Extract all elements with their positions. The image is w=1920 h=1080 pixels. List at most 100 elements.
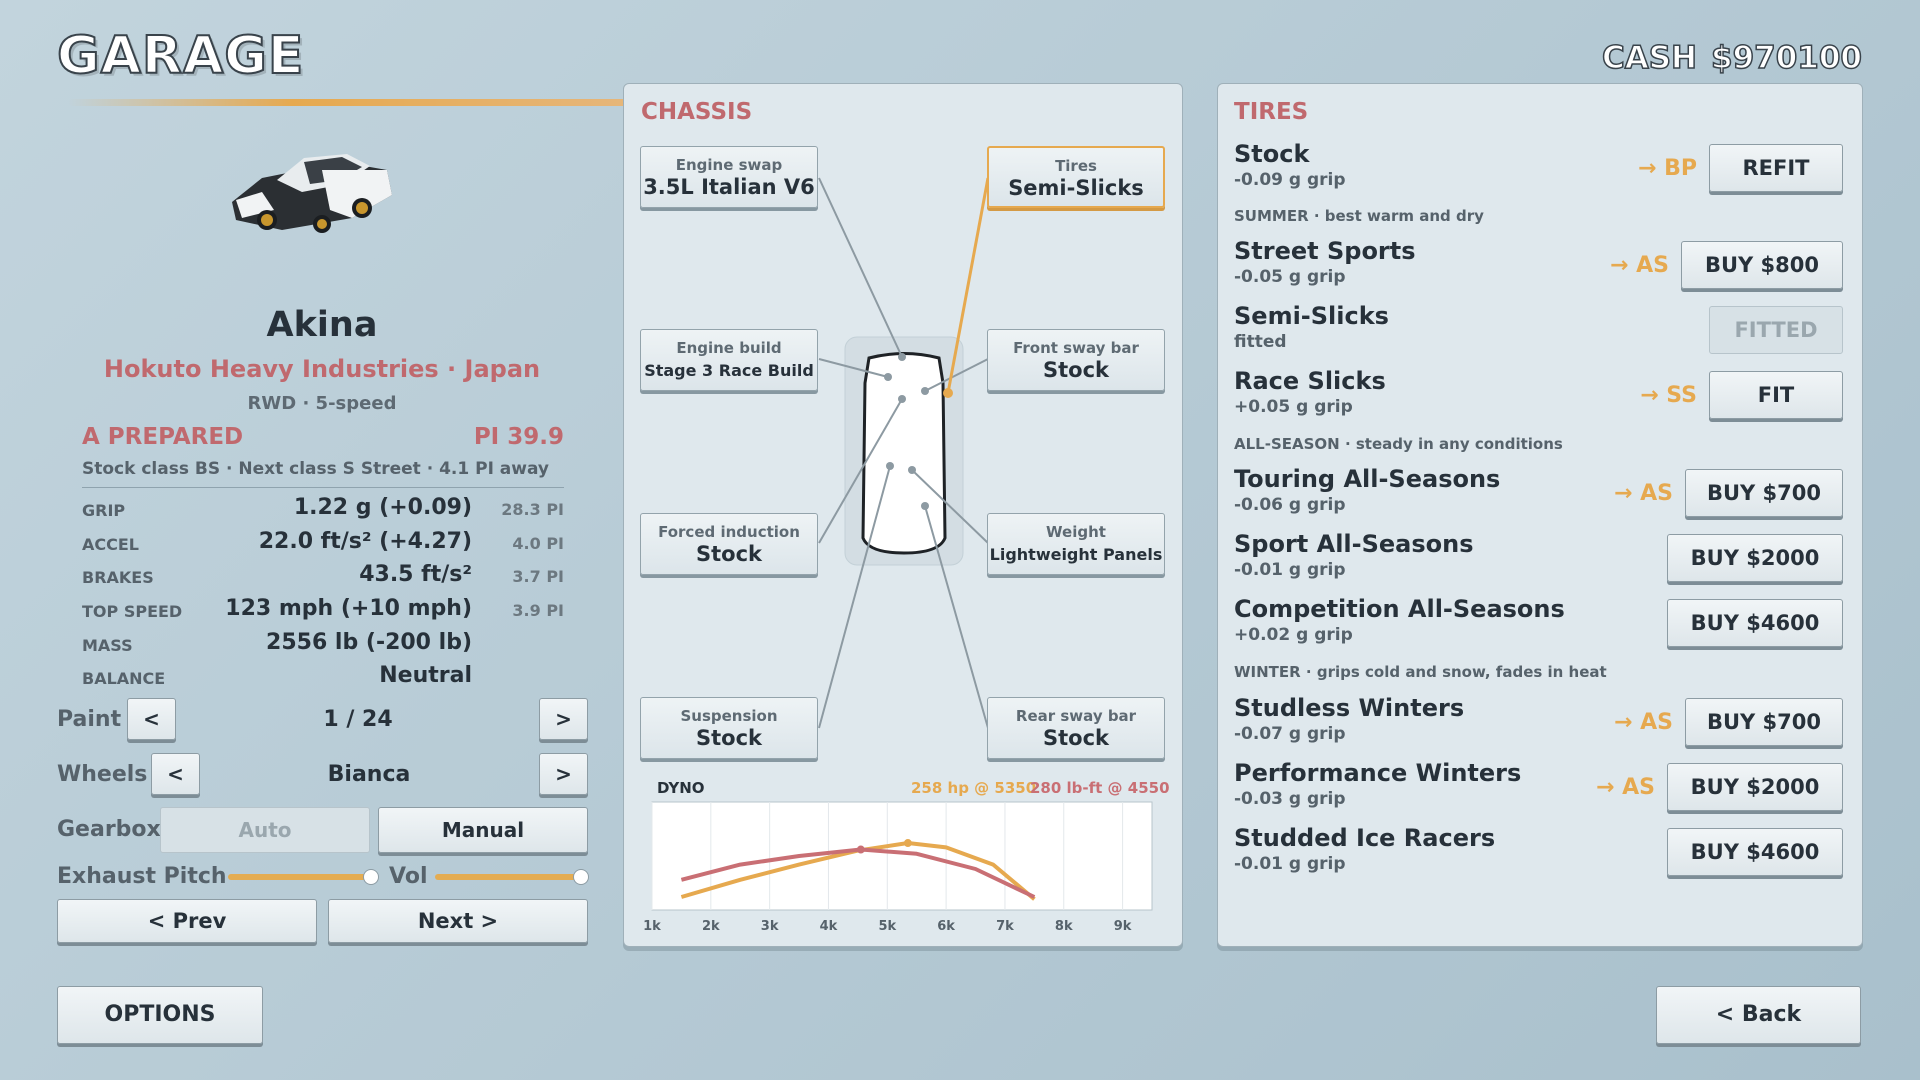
paint-value: 1 / 24: [323, 707, 393, 732]
part-label: Forced induction: [658, 523, 800, 541]
wheels-prev-button[interactable]: <: [151, 753, 200, 795]
stat-pi: 3.9 PI: [512, 601, 564, 620]
next-car-button[interactable]: Next >: [328, 899, 588, 943]
vol-knob[interactable]: [573, 869, 589, 885]
dyno-tick-label: 3k: [761, 919, 779, 934]
stat-label: TOP SPEED: [82, 602, 183, 621]
part-tires[interactable]: Tires Semi-Slicks: [987, 146, 1165, 208]
part-label: Weight: [1046, 523, 1106, 541]
stat-value: 43.5 ft/s²: [359, 562, 472, 587]
part-label: Front sway bar: [1013, 339, 1139, 357]
prev-car-button[interactable]: < Prev: [57, 899, 317, 943]
exhaust-pitch-knob[interactable]: [363, 869, 379, 885]
tire-name: Semi-Slicks: [1234, 302, 1389, 330]
tire-grip: fitted: [1234, 332, 1287, 352]
tire-category: WINTER · grips cold and snow, fades in h…: [1234, 663, 1607, 681]
dyno-peak-point: [856, 845, 865, 854]
part-forced-induction[interactable]: Forced induction Stock: [640, 513, 818, 575]
stat-value: 2556 lb (-200 lb): [266, 630, 472, 655]
gearbox-label: Gearbox: [57, 817, 161, 842]
stat-balance: BALANCE Neutral: [82, 663, 564, 693]
paint-prev-button[interactable]: <: [127, 698, 176, 740]
back-button[interactable]: < Back: [1656, 986, 1861, 1044]
car-maker: Hokuto Heavy Industries · Japan: [103, 355, 541, 383]
divider: [82, 487, 564, 488]
stat-value: 22.0 ft/s² (+4.27): [258, 529, 472, 554]
dyno-hp: 258 hp @ 5350: [911, 779, 1037, 797]
page-title: GARAGE: [56, 25, 305, 87]
tire-class-tag: → AS: [1610, 253, 1669, 278]
part-engine-build[interactable]: Engine build Stage 3 Race Build: [640, 329, 818, 391]
part-label: Suspension: [680, 707, 778, 725]
tire-name: Studded Ice Racers: [1234, 824, 1496, 852]
tire-grip: -0.01 g grip: [1234, 560, 1346, 580]
tire-action-button[interactable]: BUY $4600: [1667, 599, 1843, 647]
tire-action-button[interactable]: BUY $4600: [1667, 828, 1843, 876]
stat-pi: 4.0 PI: [512, 534, 564, 553]
tire-class-tag: → AS: [1614, 710, 1673, 735]
tire-class-tag: → AS: [1614, 481, 1673, 506]
tire-grip: +0.05 g grip: [1234, 397, 1353, 417]
dyno-tick-label: 7k: [996, 919, 1014, 934]
tire-name: Sport All-Seasons: [1234, 530, 1474, 558]
dyno-peak-point: [903, 839, 912, 848]
part-label: Engine swap: [675, 156, 783, 174]
part-value: 3.5L Italian V6: [643, 175, 815, 199]
stat-brakes: BRAKES 43.5 ft/s² 3.7 PI: [82, 562, 564, 592]
dyno-title: DYNO: [657, 779, 705, 797]
car-class: A PREPARED: [82, 424, 244, 450]
dyno-chart: 1k 2k 3k 4k 5k 6k 7k 8k 9k: [643, 801, 1153, 934]
part-value: Stage 3 Race Build: [644, 361, 814, 380]
gearbox-auto-button[interactable]: Auto: [160, 807, 370, 853]
dyno-tick-label: 5k: [878, 919, 896, 934]
part-suspension[interactable]: Suspension Stock: [640, 697, 818, 759]
tire-grip: -0.09 g grip: [1234, 170, 1346, 190]
part-value: Stock: [1042, 726, 1109, 750]
part-value: Semi-Slicks: [1008, 176, 1144, 200]
tire-action-button[interactable]: BUY $2000: [1667, 534, 1843, 582]
tire-grip: +0.02 g grip: [1234, 625, 1353, 645]
cash-label: CASH: [1601, 39, 1698, 77]
cash-display: CASH $970100: [1601, 39, 1863, 77]
tire-class-tag: → AS: [1596, 775, 1655, 800]
tire-action-button[interactable]: BUY $700: [1685, 698, 1843, 746]
part-engine-swap[interactable]: Engine swap 3.5L Italian V6: [640, 146, 818, 208]
tire-name: Stock: [1234, 140, 1310, 168]
stat-mass: MASS 2556 lb (-200 lb): [82, 630, 564, 660]
tire-name: Competition All-Seasons: [1234, 595, 1565, 623]
cash-value: $970100: [1710, 39, 1863, 77]
stat-grip: GRIP 1.22 g (+0.09) 28.3 PI: [82, 495, 564, 525]
class-info: Stock class BS · Next class S Street · 4…: [82, 459, 550, 479]
part-value: Stock: [695, 726, 762, 750]
dyno-tick-label: 4k: [820, 919, 838, 934]
vol-slider[interactable]: [435, 869, 589, 885]
paint-next-button[interactable]: >: [539, 698, 588, 740]
stat-value: 123 mph (+10 mph): [225, 596, 472, 621]
stat-label: ACCEL: [82, 535, 139, 554]
tires-link: [946, 177, 990, 394]
stat-pi: 28.3 PI: [501, 500, 564, 519]
tire-grip: -0.06 g grip: [1234, 495, 1346, 515]
part-rear-sway-bar[interactable]: Rear sway bar Stock: [987, 697, 1165, 759]
tire-action-button[interactable]: FITTED: [1709, 306, 1843, 354]
stat-label: MASS: [82, 636, 133, 655]
options-button[interactable]: OPTIONS: [57, 986, 263, 1044]
tire-name: Studless Winters: [1234, 694, 1465, 722]
tire-action-button[interactable]: BUY $2000: [1667, 763, 1843, 811]
tire-category: ALL-SEASON · steady in any conditions: [1234, 435, 1563, 453]
tires-title: TIRES: [1234, 99, 1309, 125]
exhaust-pitch-label: Exhaust Pitch: [57, 864, 227, 889]
part-front-sway-bar[interactable]: Front sway bar Stock: [987, 329, 1165, 391]
tire-action-button[interactable]: BUY $800: [1681, 241, 1843, 289]
wheels-value: Bianca: [327, 762, 411, 787]
tire-action-button[interactable]: BUY $700: [1685, 469, 1843, 517]
gearbox-manual-button[interactable]: Manual: [378, 807, 588, 853]
wheels-next-button[interactable]: >: [539, 753, 588, 795]
tire-action-button[interactable]: REFIT: [1709, 144, 1843, 192]
part-weight[interactable]: Weight Lightweight Panels: [987, 513, 1165, 575]
dyno-tick-label: 9k: [1114, 919, 1132, 934]
part-label: Rear sway bar: [1015, 707, 1137, 725]
tire-action-button[interactable]: FIT: [1709, 371, 1843, 419]
exhaust-pitch-slider[interactable]: [228, 869, 379, 885]
car-drivetrain: RWD · 5-speed: [247, 393, 397, 414]
